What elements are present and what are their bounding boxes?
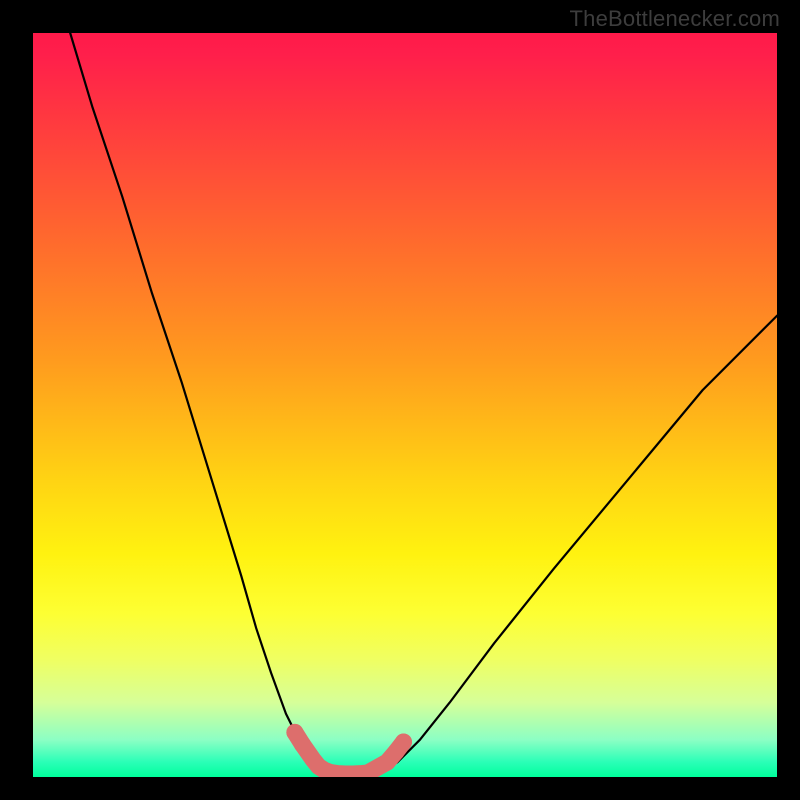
chart-svg bbox=[33, 33, 777, 777]
watermark-text: TheBottlenecker.com bbox=[570, 6, 780, 32]
highlight-markers bbox=[286, 724, 412, 774]
plot-area bbox=[33, 33, 777, 777]
marker-dot bbox=[294, 736, 311, 753]
marker-dot bbox=[395, 734, 412, 751]
chart-frame: TheBottlenecker.com bbox=[0, 0, 800, 800]
bottleneck-curve bbox=[70, 33, 777, 777]
